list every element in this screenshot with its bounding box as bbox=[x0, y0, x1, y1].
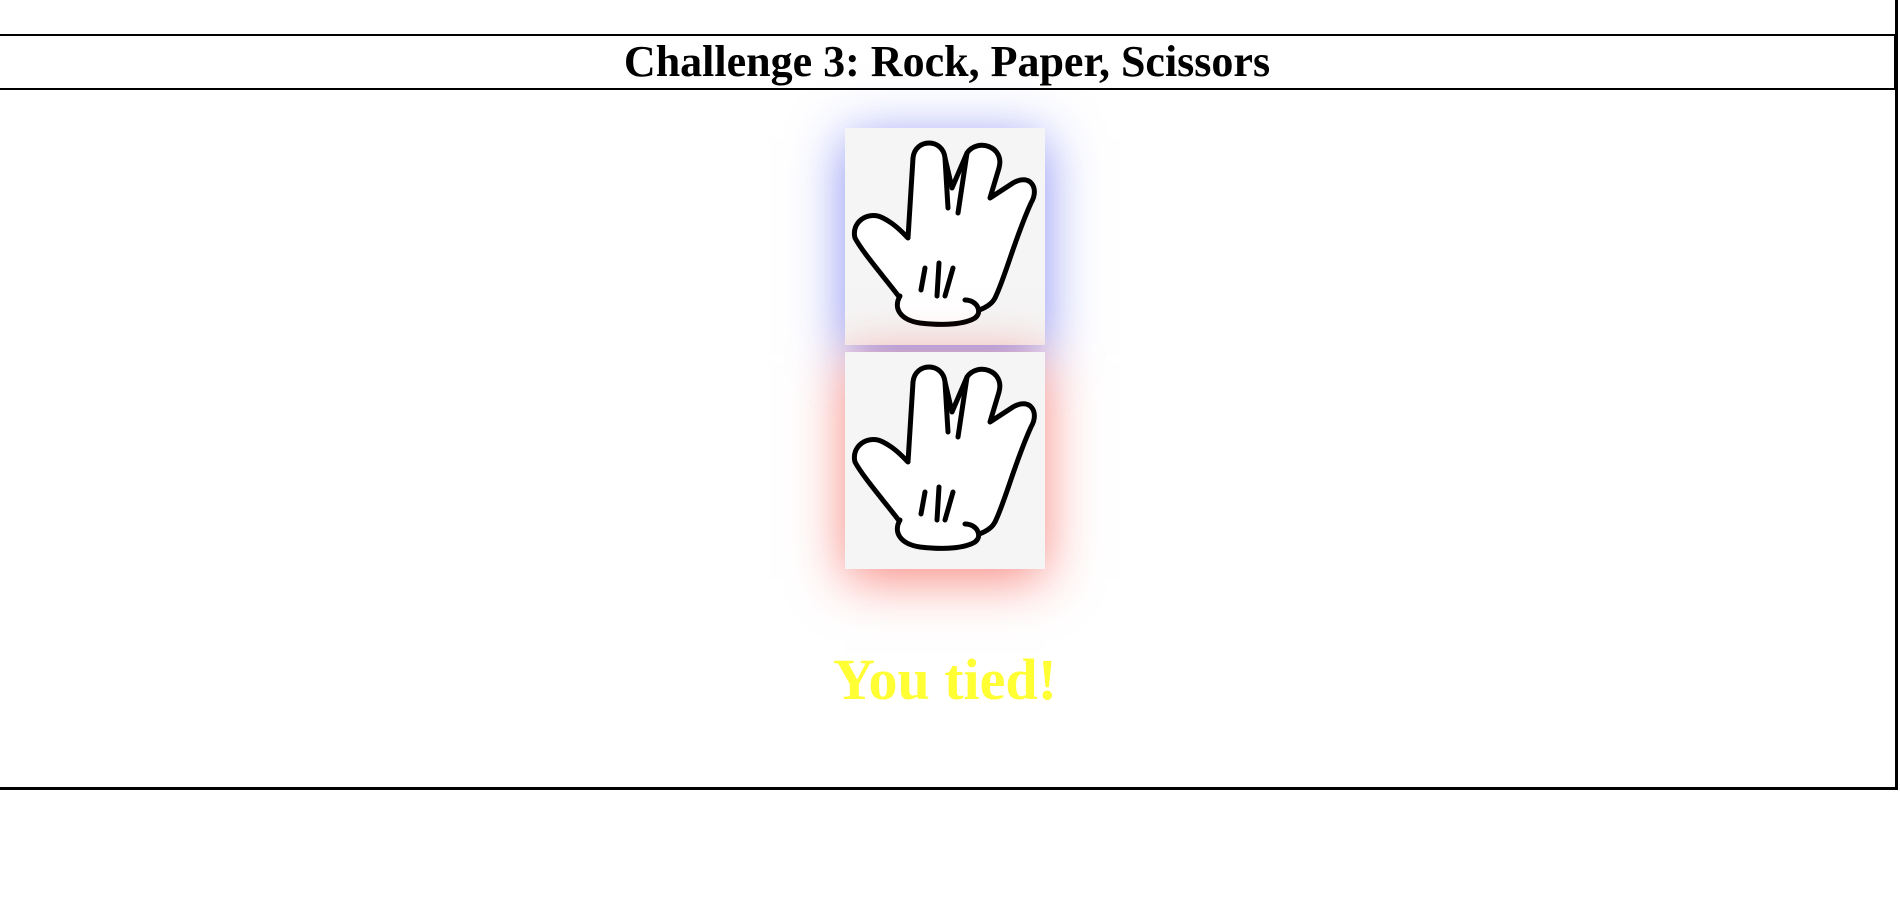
page-title: Challenge 3: Rock, Paper, Scissors bbox=[623, 37, 1271, 86]
result-message: You tied! bbox=[833, 647, 1057, 712]
title-bar: Challenge 3: Rock, Paper, Scissors bbox=[0, 34, 1896, 90]
bot-choice-card bbox=[845, 352, 1045, 569]
player-choice-card bbox=[845, 128, 1045, 345]
paper-hand-icon bbox=[851, 140, 1037, 327]
paper-hand-icon bbox=[851, 364, 1037, 551]
